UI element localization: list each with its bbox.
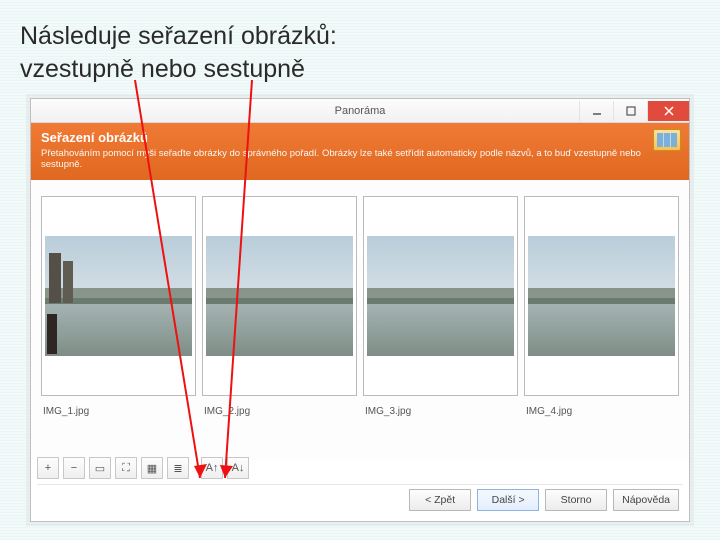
fullscreen-button[interactable]: ⛶ <box>115 457 137 479</box>
thumbnail-image <box>45 236 192 356</box>
step-header: Seřazení obrázků Přetahováním pomocí myš… <box>31 123 689 180</box>
thumbnail-label: IMG_1.jpg <box>41 396 196 417</box>
thumbnail[interactable] <box>41 196 196 396</box>
wizard-buttons: < Zpět Další > Storno Nápověda <box>409 489 679 511</box>
toolbar: + − ▭ ⛶ ▦ ≣ A↑ A↓ <box>37 457 249 479</box>
zoom-in-button[interactable]: + <box>37 457 59 479</box>
thumbnail[interactable] <box>363 196 518 396</box>
thumbnail-image <box>367 236 514 356</box>
sort-descending-button[interactable]: A↓ <box>227 457 249 479</box>
fit-button[interactable]: ▭ <box>89 457 111 479</box>
divider <box>37 484 683 485</box>
thumbnail-label: IMG_2.jpg <box>202 396 357 417</box>
list-view-button[interactable]: ≣ <box>167 457 189 479</box>
zoom-out-button[interactable]: − <box>63 457 85 479</box>
thumbnail[interactable] <box>524 196 679 396</box>
back-button[interactable]: < Zpět <box>409 489 471 511</box>
panorama-icon <box>653 129 681 151</box>
thumbnail-label: IMG_4.jpg <box>524 396 679 417</box>
maximize-button[interactable] <box>613 101 647 121</box>
next-button[interactable]: Další > <box>477 489 539 511</box>
minimize-button[interactable] <box>579 101 613 121</box>
cancel-button[interactable]: Storno <box>545 489 607 511</box>
help-button[interactable]: Nápověda <box>613 489 679 511</box>
step-title: Seřazení obrázků <box>41 130 679 145</box>
thumbnail-image <box>528 236 675 356</box>
thumbnail-label: IMG_3.jpg <box>363 396 518 417</box>
slide-heading: Následuje seřazení obrázků: vzestupně ne… <box>0 0 720 97</box>
titlebar: Panoráma <box>31 99 689 123</box>
slide-heading-line2: vzestupně nebo sestupně <box>20 55 305 83</box>
sort-ascending-button[interactable]: A↑ <box>201 457 223 479</box>
thumbnail[interactable] <box>202 196 357 396</box>
thumbnail-strip: IMG_1.jpg IMG_2.jpg IMG_3.jpg <box>31 180 689 460</box>
close-button[interactable] <box>647 101 689 121</box>
grid-view-button[interactable]: ▦ <box>141 457 163 479</box>
panorama-window: Panoráma Seřazení obrázků Přetahováním p… <box>30 98 690 522</box>
step-subtitle: Přetahováním pomocí myši seřaďte obrázky… <box>41 148 679 171</box>
slide-heading-line1: Následuje seřazení obrázků: <box>20 22 337 50</box>
thumbnail-image <box>206 236 353 356</box>
